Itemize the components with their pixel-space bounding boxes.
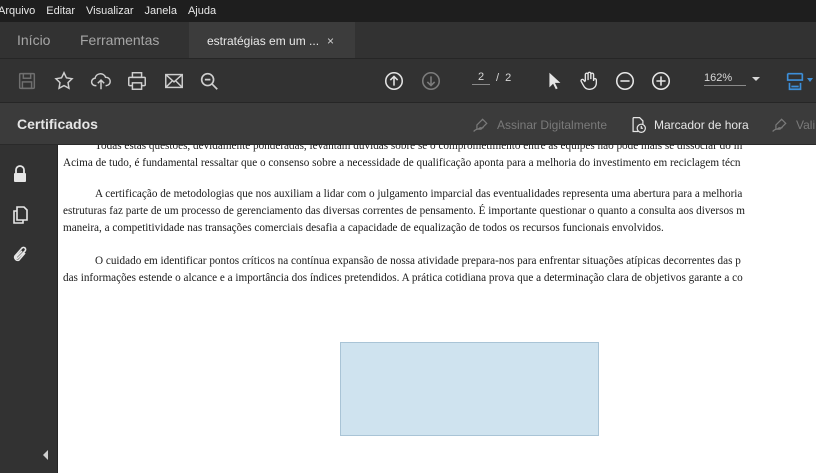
total-pages: 2 (505, 72, 512, 84)
layout-dropdown-icon[interactable] (807, 78, 813, 82)
text-line: maneira, a competitividade nas transaçõe… (63, 222, 664, 234)
paragraph-3: O cuidado em identificar pontos críticos… (63, 253, 816, 287)
paragraph-1: Todas estas questões, devidamente ponder… (63, 145, 816, 172)
page-separator: / (496, 72, 500, 84)
zoom-in-icon[interactable] (648, 68, 674, 94)
lock-icon[interactable] (10, 164, 30, 184)
menu-ajuda[interactable]: Ajuda (188, 5, 216, 17)
tab-bar: Início Ferramentas estratégias em um ...… (0, 22, 816, 59)
certificates-title: Certificados (17, 116, 98, 132)
sign-digitally-label: Assinar Digitalmente (497, 118, 608, 132)
page-down-icon[interactable] (418, 68, 444, 94)
email-icon[interactable] (161, 68, 187, 94)
timestamp-label: Marcador de hora (654, 118, 749, 132)
left-navigation-panel (0, 145, 58, 473)
upload-cloud-icon[interactable] (88, 68, 114, 94)
zoom-select[interactable]: 162% (704, 72, 760, 86)
zoom-out-icon[interactable] (612, 68, 638, 94)
tab-tools-label: Ferramentas (80, 32, 160, 48)
highlight-annotation-box[interactable] (340, 342, 599, 436)
menu-bar: Arquivo Editar Visualizar Janela Ajuda (0, 0, 816, 22)
text-line: O cuidado em identificar pontos críticos… (95, 255, 741, 267)
paragraph-2: A certificação de metodologias que nos a… (63, 186, 816, 237)
pages-thumbnails-icon[interactable] (10, 205, 30, 225)
tab-home[interactable]: Início (0, 22, 76, 58)
close-icon[interactable]: × (327, 34, 334, 48)
chevron-down-icon (752, 77, 760, 81)
menu-visualizar[interactable]: Visualizar (86, 5, 134, 17)
tab-home-label: Início (17, 32, 51, 48)
page-indicator: 2 / 2 (472, 71, 511, 85)
hand-icon[interactable] (576, 68, 602, 94)
certificates-toolbar: Certificados Assinar Digitalmente Marcad… (0, 103, 816, 145)
tab-document-label: estratégias em um ... (207, 33, 320, 48)
text-line: A certificação de metodologias que nos a… (95, 188, 743, 200)
validate-label: Vali (796, 118, 816, 132)
tab-tools[interactable]: Ferramentas (76, 22, 189, 58)
zoom-value: 162% (704, 72, 746, 86)
text-line: Todas estas questões, devidamente ponder… (95, 145, 743, 152)
document-page[interactable]: Todas estas questões, devidamente ponder… (58, 145, 816, 473)
text-line: estruturas faz parte de um processo de g… (63, 205, 745, 217)
menu-editar[interactable]: Editar (46, 5, 75, 17)
timestamp-button[interactable]: Marcador de hora (628, 116, 749, 134)
text-line: Acima de tudo, é fundamental ressaltar q… (63, 157, 741, 169)
menu-arquivo[interactable]: Arquivo (0, 5, 35, 17)
page-layout-icon[interactable] (782, 68, 808, 94)
current-page-input[interactable]: 2 (472, 71, 490, 85)
star-icon[interactable] (51, 68, 77, 94)
sign-digitally-button[interactable]: Assinar Digitalmente (471, 116, 607, 134)
print-icon[interactable] (124, 68, 150, 94)
validate-button[interactable]: Vali (770, 116, 815, 134)
toolbar: 2 / 2 162% (0, 59, 816, 103)
pen-sign-icon (473, 118, 488, 132)
attachment-paperclip-icon[interactable] (10, 245, 30, 265)
document-clock-icon (632, 117, 646, 133)
page-up-icon[interactable] (381, 68, 407, 94)
collapse-panel-icon[interactable] (43, 450, 48, 460)
zoom-search-icon[interactable] (196, 68, 222, 94)
tab-document[interactable]: estratégias em um ... × (189, 22, 355, 58)
pen-validate-icon (772, 118, 787, 132)
text-line: das informações estende o alcance e a im… (63, 272, 743, 284)
select-arrow-icon[interactable] (541, 68, 567, 94)
menu-janela[interactable]: Janela (145, 5, 177, 17)
save-icon[interactable] (14, 68, 40, 94)
